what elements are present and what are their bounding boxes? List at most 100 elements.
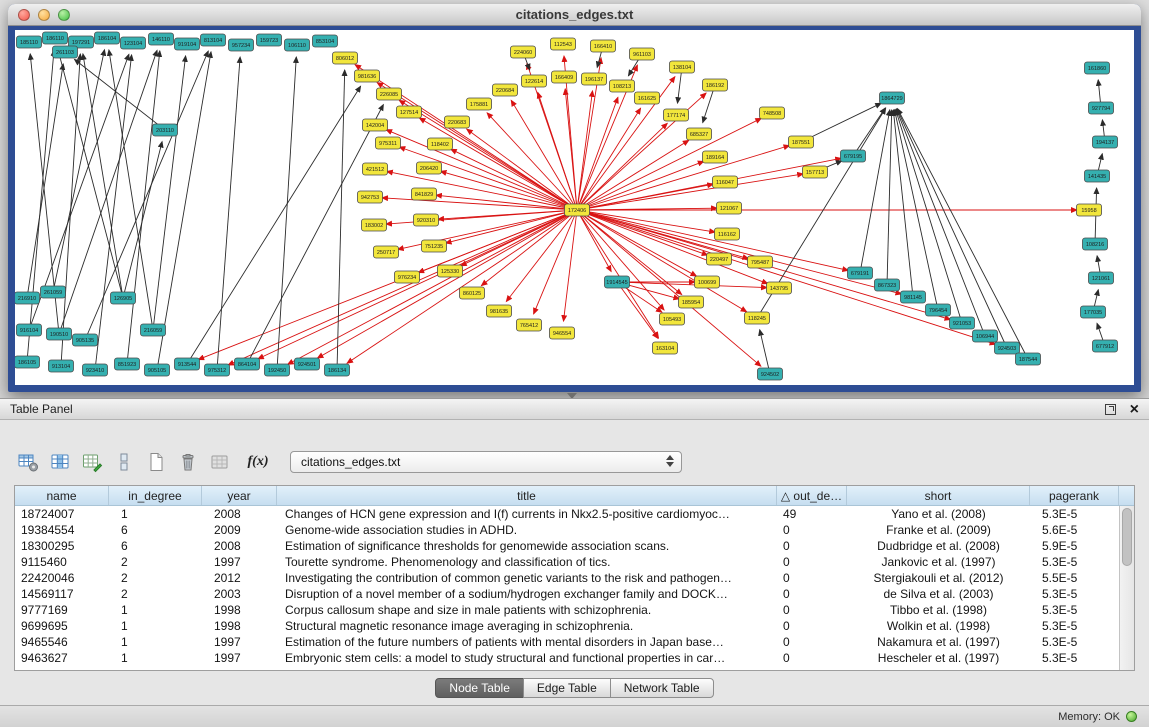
cell-year[interactable]: 1998 xyxy=(202,602,277,618)
cell-short[interactable]: Jankovic et al. (1997) xyxy=(847,554,1030,570)
graph-node[interactable]: 108216 xyxy=(1083,238,1108,250)
column-header-out_de[interactable]: △ out_de… xyxy=(777,486,847,505)
graph-node[interactable]: 924502 xyxy=(758,368,783,380)
cell-short[interactable]: Franke et al. (2009) xyxy=(847,522,1030,538)
graph-node[interactable]: 118402 xyxy=(428,138,453,150)
vertical-scrollbar[interactable] xyxy=(1119,506,1134,670)
select-columns-button[interactable] xyxy=(46,449,74,475)
graph-node[interactable]: 122614 xyxy=(522,75,547,87)
function-builder-button[interactable]: f(x) xyxy=(244,449,272,475)
cell-out_de[interactable]: 0 xyxy=(777,554,847,570)
graph-node[interactable]: 192450 xyxy=(265,364,290,376)
table-options-button[interactable] xyxy=(14,449,42,475)
graph-node[interactable]: 15958 xyxy=(1077,204,1102,216)
graph-edge[interactable] xyxy=(153,56,186,330)
create-column-button[interactable] xyxy=(78,449,106,475)
graph-node[interactable]: 121067 xyxy=(717,202,742,214)
graph-node[interactable]: 186134 xyxy=(325,364,350,376)
graph-node[interactable]: 796454 xyxy=(926,304,951,316)
cell-title[interactable]: Structural magnetic resonance image aver… xyxy=(277,618,777,634)
cell-in_degree[interactable]: 6 xyxy=(109,538,202,554)
graph-node[interactable]: 976234 xyxy=(395,271,420,283)
graph-node[interactable]: 220497 xyxy=(707,253,732,265)
column-header-year[interactable]: year xyxy=(202,486,277,505)
graph-node[interactable]: 250717 xyxy=(374,246,399,258)
graph-edge[interactable] xyxy=(617,282,767,288)
cell-year[interactable]: 1997 xyxy=(202,554,277,570)
graph-node[interactable]: 867323 xyxy=(875,279,900,291)
graph-node[interactable]: 126905 xyxy=(111,292,136,304)
graph-edge[interactable] xyxy=(217,57,240,370)
cell-title[interactable]: Embryonic stem cells: a model to study s… xyxy=(277,650,777,666)
graph-node[interactable]: 123104 xyxy=(121,37,146,49)
graph-edge[interactable] xyxy=(801,103,881,142)
graph-node[interactable]: 187551 xyxy=(789,136,814,148)
cell-short[interactable]: Nakamura et al. (1997) xyxy=(847,634,1030,650)
graph-node[interactable]: 161625 xyxy=(635,92,660,104)
graph-node[interactable]: 806012 xyxy=(333,52,358,64)
graph-node[interactable]: 975312 xyxy=(205,364,230,376)
graph-node[interactable]: 138104 xyxy=(670,61,695,73)
graph-edge[interactable] xyxy=(860,110,890,273)
graph-node[interactable]: 957234 xyxy=(229,39,254,51)
graph-node[interactable]: 905105 xyxy=(145,364,170,376)
cell-short[interactable]: Yano et al. (2008) xyxy=(847,506,1030,522)
graph-node[interactable]: 166410 xyxy=(591,40,616,52)
graph-edge[interactable] xyxy=(258,210,577,359)
graph-node[interactable]: 146110 xyxy=(149,33,174,45)
graph-edge[interactable] xyxy=(198,210,577,360)
cell-year[interactable]: 2008 xyxy=(202,538,277,554)
cell-pagerank[interactable]: 5.3E-5 xyxy=(1030,634,1119,650)
close-panel-icon[interactable]: × xyxy=(1130,404,1139,415)
zoom-window-button[interactable] xyxy=(58,9,70,21)
cell-out_de[interactable]: 0 xyxy=(777,522,847,538)
scrollbar-thumb[interactable] xyxy=(1122,508,1132,566)
cell-pagerank[interactable]: 5.3E-5 xyxy=(1030,554,1119,570)
graph-edge[interactable] xyxy=(897,109,1007,348)
cell-year[interactable]: 2003 xyxy=(202,586,277,602)
graph-edge[interactable] xyxy=(85,51,208,340)
cell-in_degree[interactable]: 2 xyxy=(109,586,202,602)
graph-node[interactable]: 157713 xyxy=(803,166,828,178)
cell-name[interactable]: 22420046 xyxy=(15,570,109,586)
cell-in_degree[interactable]: 1 xyxy=(109,506,202,522)
graph-node[interactable]: 975311 xyxy=(376,137,401,149)
cell-name[interactable]: 9465546 xyxy=(15,634,109,650)
graph-edge[interactable] xyxy=(187,86,361,364)
graph-node[interactable]: 981145 xyxy=(901,291,926,303)
graph-edge[interactable] xyxy=(577,158,841,210)
graph-node[interactable]: 127514 xyxy=(397,106,422,118)
cell-name[interactable]: 14569117 xyxy=(15,586,109,602)
cell-short[interactable]: Wolkin et al. (1998) xyxy=(847,618,1030,634)
graph-node[interactable]: 905135 xyxy=(73,334,98,346)
graph-node[interactable]: 813104 xyxy=(201,34,226,46)
network-canvas[interactable]: 1724069465547654129816358601251253307512… xyxy=(15,30,1134,385)
graph-node[interactable]: 921053 xyxy=(950,317,975,329)
table-row[interactable]: 1456911722003Disruption of a novel membe… xyxy=(15,586,1119,602)
graph-node[interactable]: 685327 xyxy=(687,128,712,140)
cell-out_de[interactable]: 0 xyxy=(777,602,847,618)
graph-edge[interactable] xyxy=(317,210,577,358)
graph-node[interactable]: 841829 xyxy=(412,188,437,200)
tab-node-table[interactable]: Node Table xyxy=(435,678,524,698)
graph-node[interactable]: 677912 xyxy=(1093,340,1118,352)
cell-in_degree[interactable]: 2 xyxy=(109,554,202,570)
cell-in_degree[interactable]: 1 xyxy=(109,634,202,650)
import-table-button[interactable] xyxy=(206,449,234,475)
graph-node[interactable]: 765412 xyxy=(517,319,542,331)
column-header-title[interactable]: title xyxy=(277,486,777,505)
graph-node[interactable]: 216910 xyxy=(15,292,40,304)
cell-pagerank[interactable]: 5.9E-5 xyxy=(1030,538,1119,554)
graph-edge[interactable] xyxy=(577,146,790,211)
graph-node[interactable]: 751235 xyxy=(422,240,447,252)
graph-node[interactable]: 261103 xyxy=(53,46,78,58)
graph-edge[interactable] xyxy=(228,210,577,365)
cell-year[interactable]: 1998 xyxy=(202,618,277,634)
graph-node[interactable]: 919104 xyxy=(175,38,200,50)
cell-name[interactable]: 18724007 xyxy=(15,506,109,522)
cell-name[interactable]: 9699695 xyxy=(15,618,109,634)
cell-pagerank[interactable]: 5.3E-5 xyxy=(1030,650,1119,666)
graph-node[interactable]: 913544 xyxy=(175,358,200,370)
graph-node[interactable]: 916104 xyxy=(17,324,42,336)
graph-edge[interactable] xyxy=(853,108,885,156)
